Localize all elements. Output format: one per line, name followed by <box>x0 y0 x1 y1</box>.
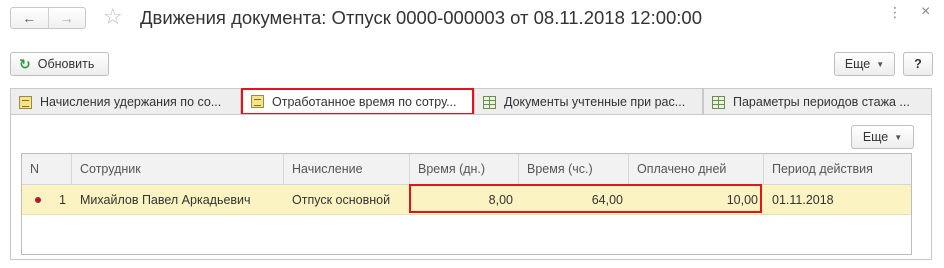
favorite-star-icon[interactable]: ☆ <box>103 4 123 30</box>
column-header-time-hours[interactable]: Время (чс.) <box>519 154 629 185</box>
tab-label: Начисления удержания по со... <box>40 95 222 109</box>
chevron-down-icon: ▼ <box>876 59 885 69</box>
window-title: Движения документа: Отпуск 0000-000003 о… <box>140 7 703 28</box>
tab-accounted-documents[interactable]: Документы учтенные при рас... <box>474 88 703 115</box>
more-actions-icon[interactable]: ⋮ <box>888 4 902 21</box>
column-header-time-days[interactable]: Время (дн.) <box>410 154 519 185</box>
table-icon <box>483 95 496 109</box>
cell-period: 01.11.2018 <box>772 193 834 207</box>
chevron-down-icon: ▼ <box>894 132 903 142</box>
column-header-paid-days[interactable]: Оплачено дней <box>629 154 764 185</box>
tab-worked-time[interactable]: Отработанное время по сотру... <box>241 88 474 115</box>
tab-seniority-periods[interactable]: Параметры периодов стажа ... <box>703 88 932 115</box>
tab-label: Отработанное время по сотру... <box>272 94 457 109</box>
column-header-employee[interactable]: Сотрудник <box>72 154 284 185</box>
row-marker-icon <box>35 197 41 203</box>
document-icon <box>19 95 32 109</box>
refresh-button[interactable]: ↻ Обновить <box>10 52 109 76</box>
cell-employee: Михайлов Павел Аркадьевич <box>80 193 251 207</box>
refresh-icon: ↻ <box>19 55 31 72</box>
refresh-button-label: Обновить <box>37 57 95 71</box>
panel-more-button[interactable]: Еще ▼ <box>851 125 914 149</box>
table-icon <box>712 95 725 109</box>
values-highlight-frame <box>409 184 762 213</box>
tab-label: Параметры периодов стажа ... <box>733 95 910 109</box>
column-header-number[interactable]: N <box>22 154 72 185</box>
help-button[interactable]: ? <box>903 52 933 76</box>
column-header-accrual[interactable]: Начисление <box>284 154 410 185</box>
tab-accruals-deductions[interactable]: Начисления удержания по со... <box>10 88 241 115</box>
close-icon[interactable]: × <box>921 3 930 21</box>
table-header: N Сотрудник Начисление Время (дн.) Время… <box>22 154 911 185</box>
panel-more-button-label: Еще <box>862 130 889 144</box>
more-button[interactable]: Еще ▼ <box>834 52 895 76</box>
back-button[interactable]: ← <box>11 8 48 28</box>
navigation-buttons: ← → <box>10 7 86 29</box>
cell-accrual: Отпуск основной <box>292 193 391 207</box>
column-header-period[interactable]: Период действия <box>764 154 911 185</box>
cell-number: 1 <box>59 193 66 207</box>
more-button-label: Еще <box>844 57 871 71</box>
tab-label: Документы учтенные при рас... <box>504 95 686 109</box>
forward-button[interactable]: → <box>47 8 86 28</box>
document-icon <box>251 95 264 108</box>
